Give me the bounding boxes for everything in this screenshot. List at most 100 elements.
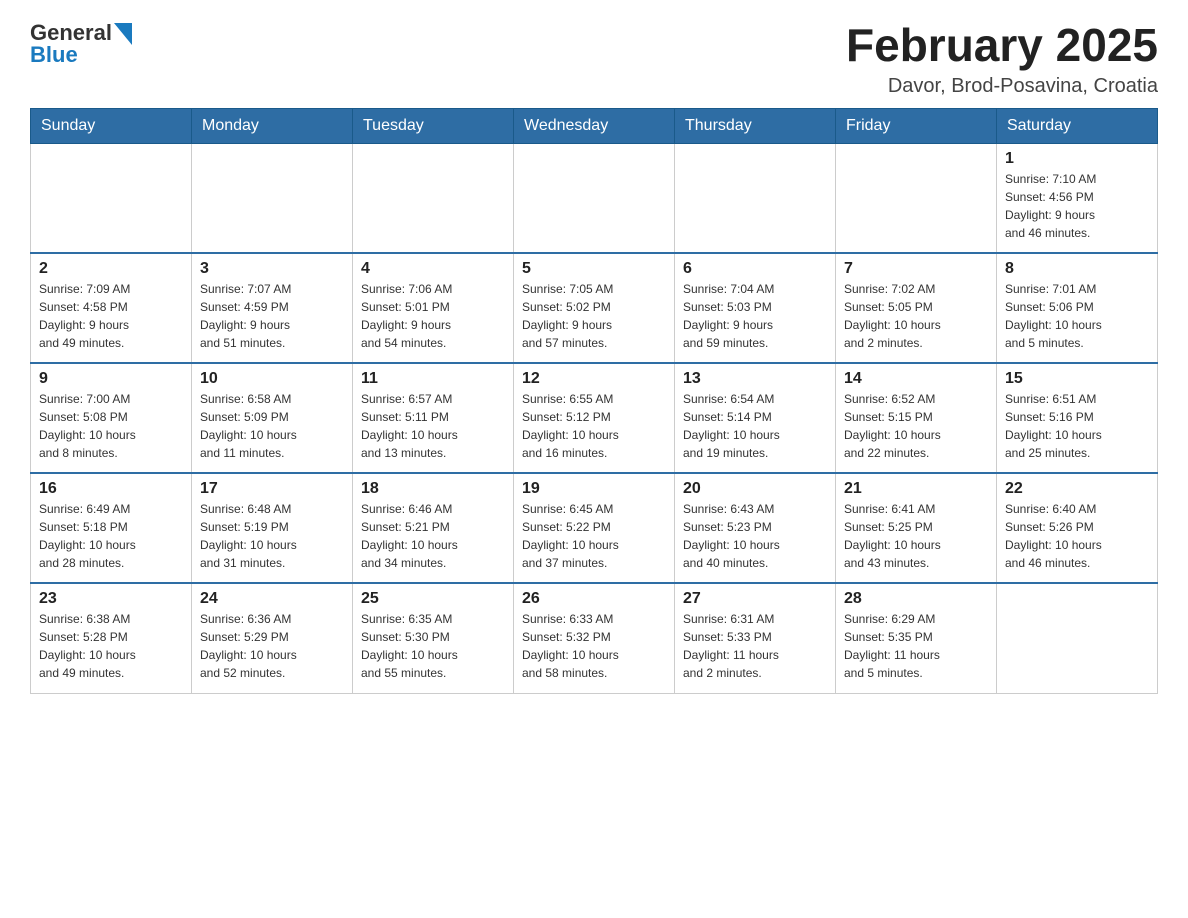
calendar-cell: 5 Sunrise: 7:05 AMSunset: 5:02 PMDaylight…	[514, 253, 675, 363]
day-number: 22	[1005, 480, 1149, 498]
calendar-week-2: 2 Sunrise: 7:09 AMSunset: 4:58 PMDaylight…	[31, 253, 1158, 363]
day-info: Sunrise: 7:00 AMSunset: 5:08 PMDaylight:…	[39, 390, 183, 462]
day-info: Sunrise: 6:33 AMSunset: 5:32 PMDaylight:…	[522, 610, 666, 682]
day-info: Sunrise: 7:09 AMSunset: 4:58 PMDaylight:…	[39, 280, 183, 352]
day-info: Sunrise: 7:07 AMSunset: 4:59 PMDaylight:…	[200, 280, 344, 352]
calendar-cell: 6 Sunrise: 7:04 AMSunset: 5:03 PMDaylight…	[675, 253, 836, 363]
day-number: 18	[361, 480, 505, 498]
title-section: February 2025 Davor, Brod-Posavina, Croa…	[846, 20, 1158, 98]
calendar-cell: 19 Sunrise: 6:45 AMSunset: 5:22 PMDayligh…	[514, 473, 675, 583]
day-info: Sunrise: 6:41 AMSunset: 5:25 PMDaylight:…	[844, 500, 988, 572]
day-number: 5	[522, 260, 666, 278]
calendar-cell: 17 Sunrise: 6:48 AMSunset: 5:19 PMDayligh…	[192, 473, 353, 583]
calendar-cell: 12 Sunrise: 6:55 AMSunset: 5:12 PMDayligh…	[514, 363, 675, 473]
calendar-cell: 8 Sunrise: 7:01 AMSunset: 5:06 PMDaylight…	[997, 253, 1158, 363]
calendar-cell: 26 Sunrise: 6:33 AMSunset: 5:32 PMDayligh…	[514, 583, 675, 693]
calendar-cell: 14 Sunrise: 6:52 AMSunset: 5:15 PMDayligh…	[836, 363, 997, 473]
day-number: 10	[200, 370, 344, 388]
logo-blue-text: Blue	[30, 42, 78, 68]
calendar-cell: 28 Sunrise: 6:29 AMSunset: 5:35 PMDayligh…	[836, 583, 997, 693]
calendar-cell	[514, 143, 675, 253]
day-info: Sunrise: 7:05 AMSunset: 5:02 PMDaylight:…	[522, 280, 666, 352]
day-number: 2	[39, 260, 183, 278]
day-info: Sunrise: 6:38 AMSunset: 5:28 PMDaylight:…	[39, 610, 183, 682]
month-title: February 2025	[846, 20, 1158, 71]
day-info: Sunrise: 6:54 AMSunset: 5:14 PMDaylight:…	[683, 390, 827, 462]
calendar-cell: 15Sunrise: 6:51 AMSunset: 5:16 PMDayligh…	[997, 363, 1158, 473]
calendar-cell: 13 Sunrise: 6:54 AMSunset: 5:14 PMDayligh…	[675, 363, 836, 473]
day-info: Sunrise: 6:48 AMSunset: 5:19 PMDaylight:…	[200, 500, 344, 572]
day-info: Sunrise: 7:01 AMSunset: 5:06 PMDaylight:…	[1005, 280, 1149, 352]
logo-triangle-icon	[114, 23, 132, 45]
day-info: Sunrise: 6:31 AMSunset: 5:33 PMDaylight:…	[683, 610, 827, 682]
day-number: 27	[683, 590, 827, 608]
day-info: Sunrise: 7:04 AMSunset: 5:03 PMDaylight:…	[683, 280, 827, 352]
calendar-week-5: 23 Sunrise: 6:38 AMSunset: 5:28 PMDayligh…	[31, 583, 1158, 693]
day-number: 25	[361, 590, 505, 608]
day-info: Sunrise: 6:58 AMSunset: 5:09 PMDaylight:…	[200, 390, 344, 462]
day-number: 16	[39, 480, 183, 498]
calendar-cell	[353, 143, 514, 253]
logo: General Blue	[30, 20, 132, 68]
day-number: 3	[200, 260, 344, 278]
calendar-week-1: 1Sunrise: 7:10 AMSunset: 4:56 PMDaylight…	[31, 143, 1158, 253]
calendar-cell: 9 Sunrise: 7:00 AMSunset: 5:08 PMDaylight…	[31, 363, 192, 473]
calendar-cell: 11 Sunrise: 6:57 AMSunset: 5:11 PMDayligh…	[353, 363, 514, 473]
day-info: Sunrise: 6:29 AMSunset: 5:35 PMDaylight:…	[844, 610, 988, 682]
calendar-cell: 22Sunrise: 6:40 AMSunset: 5:26 PMDayligh…	[997, 473, 1158, 583]
calendar-cell	[675, 143, 836, 253]
calendar-cell: 23 Sunrise: 6:38 AMSunset: 5:28 PMDayligh…	[31, 583, 192, 693]
page-header: General Blue February 2025 Davor, Brod-P…	[30, 20, 1158, 98]
calendar-cell: 10 Sunrise: 6:58 AMSunset: 5:09 PMDayligh…	[192, 363, 353, 473]
day-info: Sunrise: 7:02 AMSunset: 5:05 PMDaylight:…	[844, 280, 988, 352]
col-header-tuesday: Tuesday	[353, 108, 514, 143]
calendar-cell: 18 Sunrise: 6:46 AMSunset: 5:21 PMDayligh…	[353, 473, 514, 583]
calendar-cell: 20 Sunrise: 6:43 AMSunset: 5:23 PMDayligh…	[675, 473, 836, 583]
day-number: 8	[1005, 260, 1149, 278]
col-header-saturday: Saturday	[997, 108, 1158, 143]
col-header-friday: Friday	[836, 108, 997, 143]
day-number: 28	[844, 590, 988, 608]
day-info: Sunrise: 6:52 AMSunset: 5:15 PMDaylight:…	[844, 390, 988, 462]
col-header-wednesday: Wednesday	[514, 108, 675, 143]
header-row: SundayMondayTuesdayWednesdayThursdayFrid…	[31, 108, 1158, 143]
day-number: 4	[361, 260, 505, 278]
day-number: 23	[39, 590, 183, 608]
day-number: 24	[200, 590, 344, 608]
day-info: Sunrise: 7:06 AMSunset: 5:01 PMDaylight:…	[361, 280, 505, 352]
calendar-cell: 25Sunrise: 6:35 AMSunset: 5:30 PMDayligh…	[353, 583, 514, 693]
day-number: 13	[683, 370, 827, 388]
day-number: 6	[683, 260, 827, 278]
day-number: 17	[200, 480, 344, 498]
calendar-cell	[997, 583, 1158, 693]
day-info: Sunrise: 6:51 AMSunset: 5:16 PMDaylight:…	[1005, 390, 1149, 462]
day-info: Sunrise: 6:46 AMSunset: 5:21 PMDaylight:…	[361, 500, 505, 572]
day-info: Sunrise: 6:36 AMSunset: 5:29 PMDaylight:…	[200, 610, 344, 682]
col-header-sunday: Sunday	[31, 108, 192, 143]
day-info: Sunrise: 6:57 AMSunset: 5:11 PMDaylight:…	[361, 390, 505, 462]
day-number: 12	[522, 370, 666, 388]
day-info: Sunrise: 6:43 AMSunset: 5:23 PMDaylight:…	[683, 500, 827, 572]
day-number: 21	[844, 480, 988, 498]
calendar-cell: 27 Sunrise: 6:31 AMSunset: 5:33 PMDayligh…	[675, 583, 836, 693]
calendar-cell: 2 Sunrise: 7:09 AMSunset: 4:58 PMDaylight…	[31, 253, 192, 363]
calendar-cell: 21 Sunrise: 6:41 AMSunset: 5:25 PMDayligh…	[836, 473, 997, 583]
calendar-week-4: 16 Sunrise: 6:49 AMSunset: 5:18 PMDayligh…	[31, 473, 1158, 583]
day-number: 11	[361, 370, 505, 388]
day-info: Sunrise: 6:55 AMSunset: 5:12 PMDaylight:…	[522, 390, 666, 462]
day-number: 14	[844, 370, 988, 388]
calendar-table: SundayMondayTuesdayWednesdayThursdayFrid…	[30, 108, 1158, 694]
calendar-cell: 3 Sunrise: 7:07 AMSunset: 4:59 PMDaylight…	[192, 253, 353, 363]
calendar-cell	[31, 143, 192, 253]
day-number: 9	[39, 370, 183, 388]
day-info: Sunrise: 6:45 AMSunset: 5:22 PMDaylight:…	[522, 500, 666, 572]
day-number: 19	[522, 480, 666, 498]
day-number: 26	[522, 590, 666, 608]
day-number: 20	[683, 480, 827, 498]
calendar-cell: 24 Sunrise: 6:36 AMSunset: 5:29 PMDayligh…	[192, 583, 353, 693]
calendar-cell: 7Sunrise: 7:02 AMSunset: 5:05 PMDaylight…	[836, 253, 997, 363]
day-number: 1	[1005, 150, 1149, 168]
calendar-cell	[192, 143, 353, 253]
location-title: Davor, Brod-Posavina, Croatia	[846, 75, 1158, 98]
day-info: Sunrise: 6:49 AMSunset: 5:18 PMDaylight:…	[39, 500, 183, 572]
